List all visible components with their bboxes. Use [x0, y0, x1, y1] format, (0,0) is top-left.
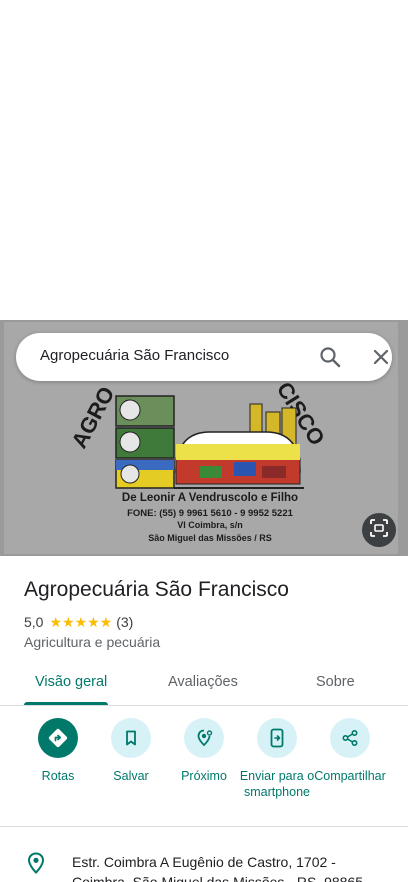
tab-about[interactable]: Sobre: [316, 674, 355, 690]
share-icon: [330, 718, 370, 758]
tab-overview[interactable]: Visão geral: [35, 674, 107, 690]
logo-phone-line: FONE: (55) 9 9961 5610 - 9 9952 5221: [127, 508, 294, 519]
lens-icon: [369, 518, 389, 543]
nearby-label: Próximo: [181, 769, 227, 783]
blank-area: [0, 0, 408, 320]
directions-label: Rotas: [41, 769, 75, 783]
rating-value: 5,0: [24, 614, 44, 630]
rating-row[interactable]: 5,0 ★★★★★ (3): [24, 613, 133, 631]
share-label: Compartilhar: [314, 769, 386, 783]
location-pin-icon: [26, 852, 46, 874]
review-count[interactable]: (3): [116, 614, 133, 630]
tab-reviews[interactable]: Avaliações: [168, 674, 238, 690]
address-text[interactable]: Estr. Coimbra A Eugênio de Castro, 1702 …: [72, 852, 382, 882]
logo-owner-line: De Leonir A Vendruscolo e Filho: [122, 492, 298, 504]
logo-city-line: São Miguel das Missões / RS: [148, 533, 272, 543]
place-category[interactable]: Agricultura e pecuária: [24, 634, 160, 650]
action-row: Rotas Salvar Próximo Enviar para o smart…: [0, 718, 408, 818]
send-to-phone-button[interactable]: Enviar para o smartphone: [239, 718, 315, 800]
place-title: Agropecuária São Francisco: [24, 578, 289, 601]
save-button[interactable]: Salvar: [93, 718, 169, 784]
address-row[interactable]: Estr. Coimbra A Eugênio de Castro, 1702 …: [0, 846, 408, 882]
tab-bar: Visão geral Avaliações Sobre: [0, 662, 408, 706]
send-to-phone-icon: [257, 718, 297, 758]
rating-stars-icon: ★★★★★: [49, 613, 113, 630]
directions-button[interactable]: Rotas: [20, 718, 96, 784]
search-bar[interactable]: Agropecuária São Francisco: [16, 333, 392, 381]
nearby-button[interactable]: Próximo: [166, 718, 242, 784]
nearby-icon: [184, 718, 224, 758]
close-icon[interactable]: [369, 345, 393, 369]
search-icon[interactable]: [318, 345, 342, 369]
search-query[interactable]: Agropecuária São Francisco: [40, 347, 229, 364]
tab-indicator: [24, 702, 108, 705]
divider: [0, 826, 408, 827]
directions-icon: [38, 718, 78, 758]
save-label: Salvar: [113, 769, 149, 783]
bookmark-icon: [111, 718, 151, 758]
lens-button[interactable]: [362, 513, 396, 547]
send-to-phone-label: Enviar para o smartphone: [239, 769, 315, 799]
logo-street-line: VI Coimbra, s/n: [177, 520, 243, 530]
share-button[interactable]: Compartilhar: [312, 718, 388, 784]
